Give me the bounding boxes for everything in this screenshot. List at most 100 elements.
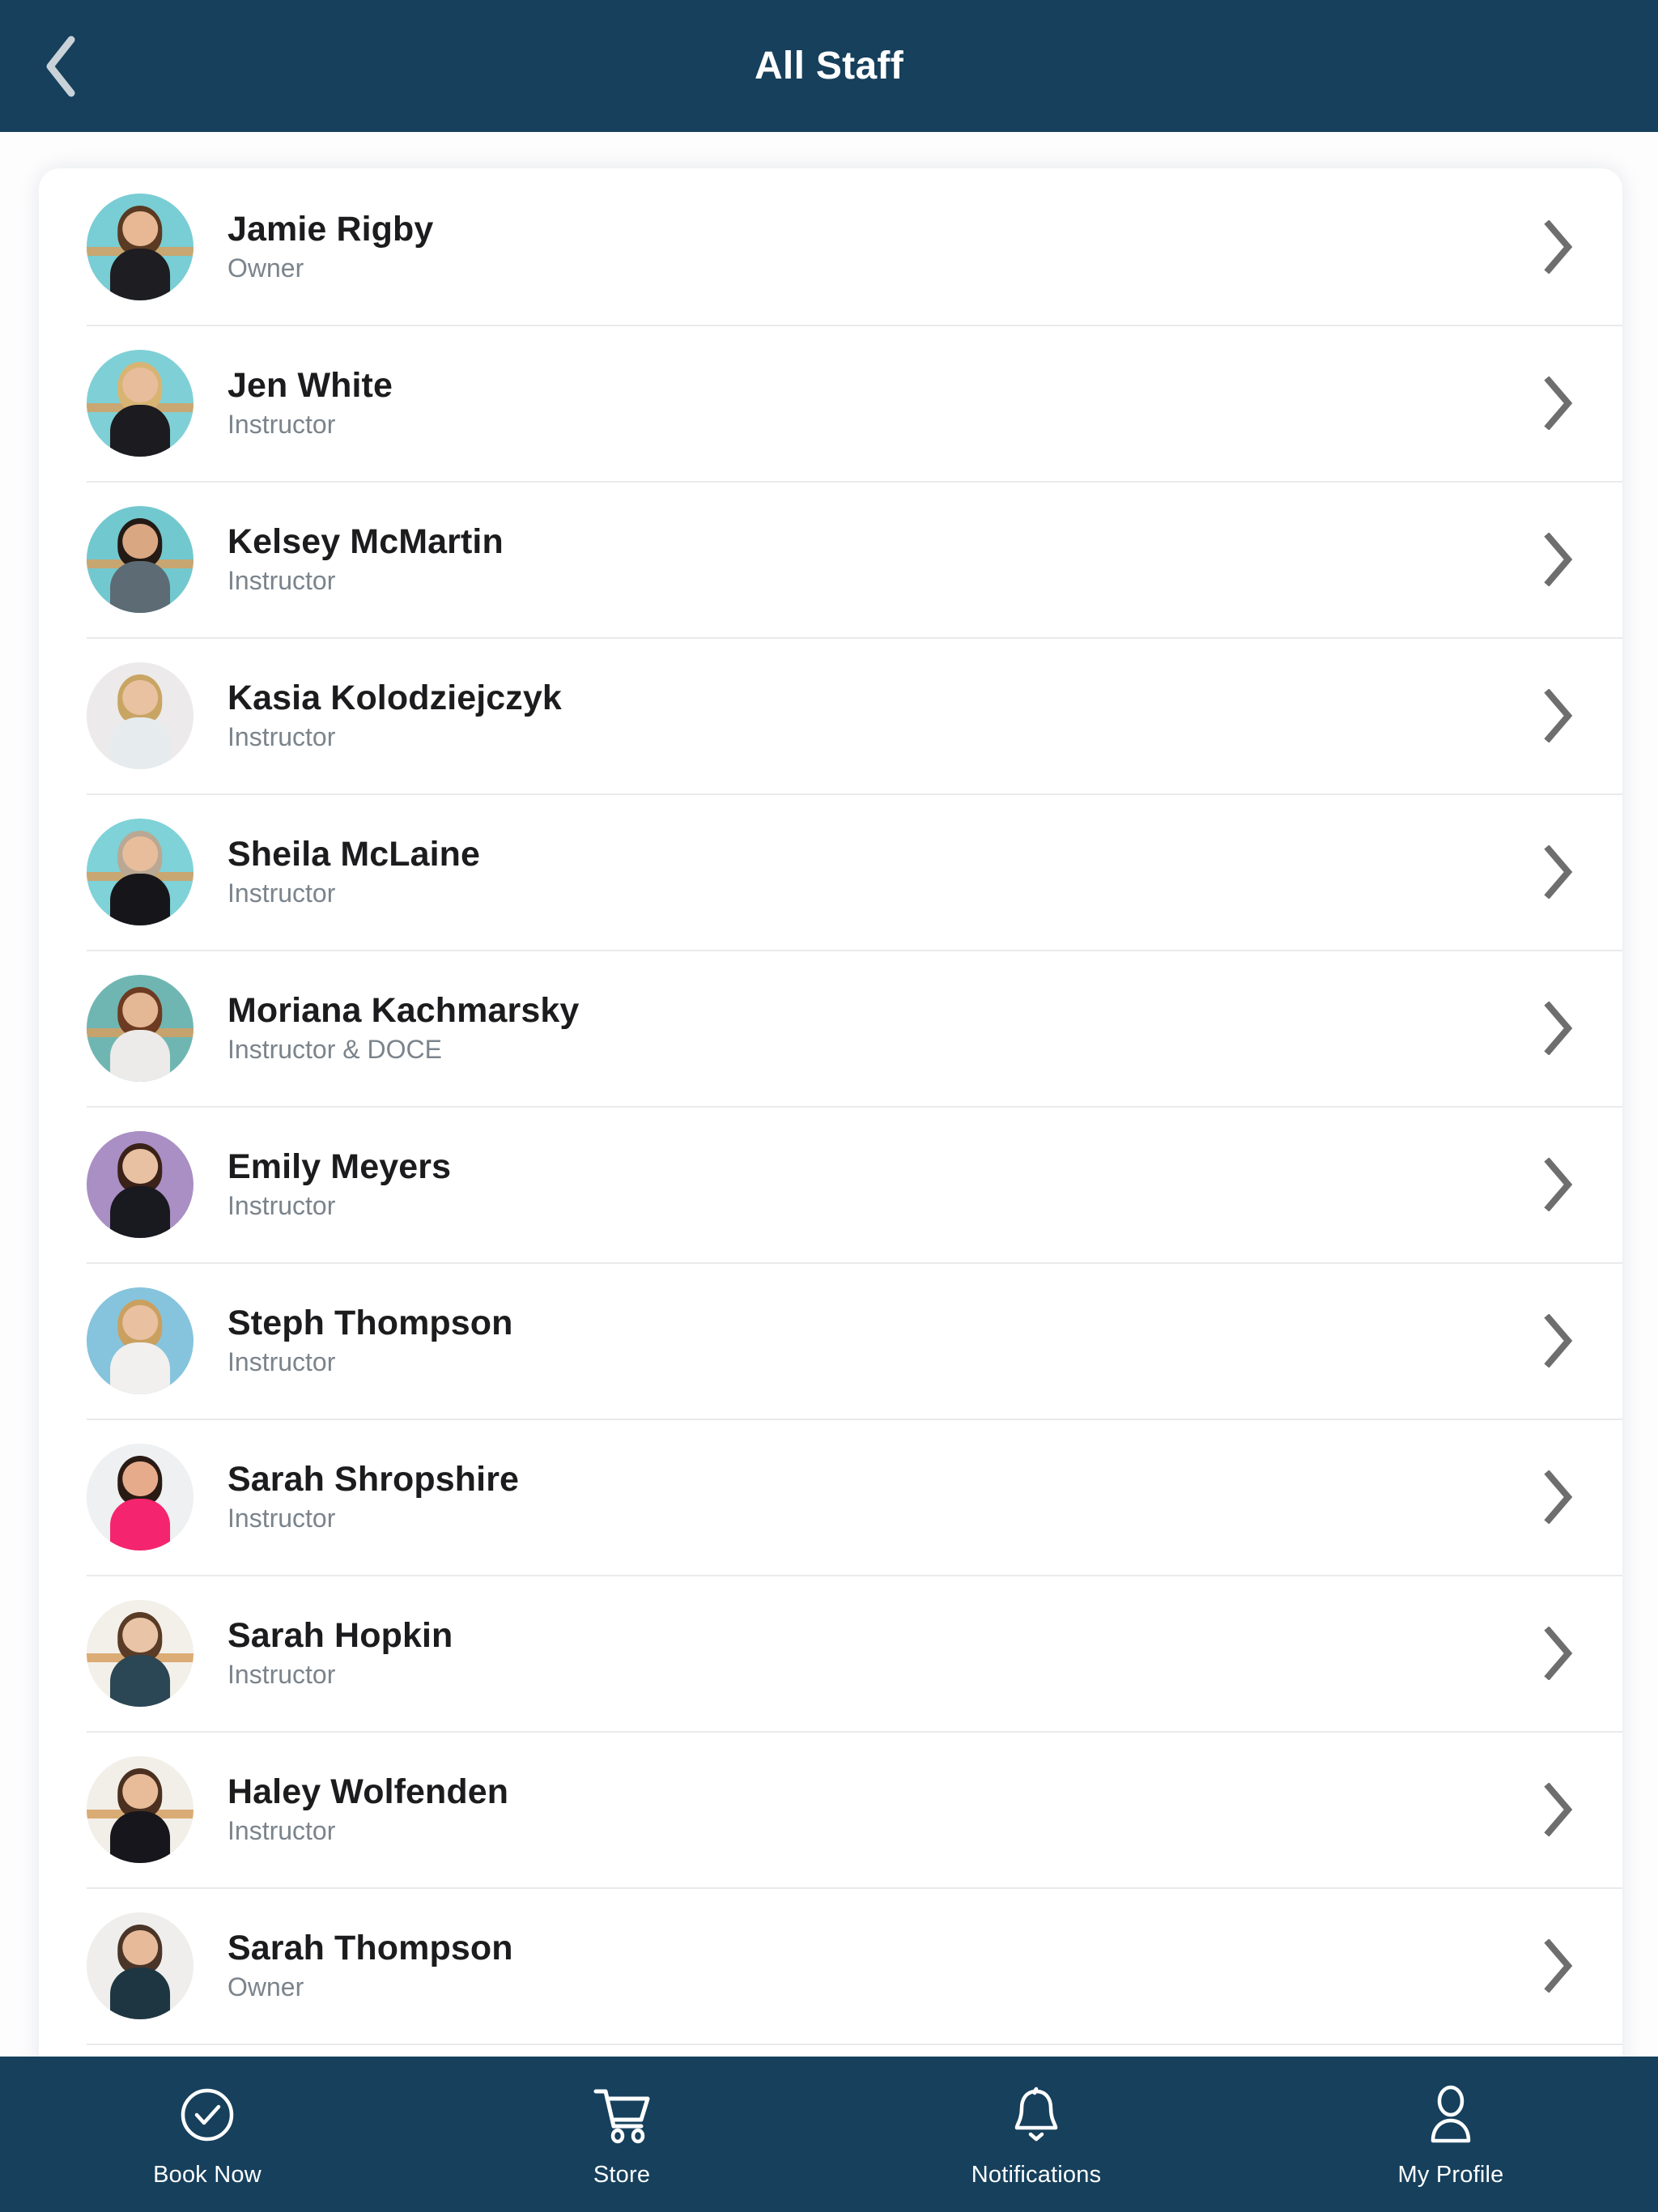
staff-role: Instructor <box>227 565 336 595</box>
chevron-right-icon <box>1543 376 1575 430</box>
chevron-right-icon <box>1543 1313 1575 1368</box>
chevron-right-icon <box>1543 688 1575 742</box>
staff-text-block: Jen White Instructor <box>227 365 393 439</box>
staff-name: Sarah Thompson <box>227 1928 513 1967</box>
back-button[interactable] <box>24 30 97 103</box>
staff-list-item[interactable]: Jen White Instructor <box>39 325 1622 481</box>
staff-avatar <box>87 505 193 613</box>
tab-label: My Profile <box>1397 2161 1504 2188</box>
staff-list-item[interactable]: Sarah Shropshire Instructor <box>39 1419 1622 1575</box>
bell-icon <box>1010 2086 1063 2144</box>
staff-row-chevron[interactable] <box>1528 216 1590 278</box>
staff-role: Instructor <box>227 721 336 751</box>
tab-label: Book Now <box>153 2161 261 2188</box>
chevron-right-icon <box>1543 1626 1575 1680</box>
chevron-right-icon <box>1543 844 1575 899</box>
tab-my-profile[interactable]: My Profile <box>1244 2081 1658 2189</box>
staff-list-item[interactable]: Sheila McLaine Instructor <box>39 793 1622 950</box>
staff-list-item[interactable]: Jamie Rigby Owner <box>39 168 1622 325</box>
staff-name: Moriana Kachmarsky <box>227 990 580 1030</box>
staff-list-item[interactable]: Moriana Kachmarsky Instructor & DOCE <box>39 950 1622 1106</box>
staff-role: Instructor <box>227 1346 336 1376</box>
tab-book-now[interactable]: Book Now <box>0 2081 414 2189</box>
staff-row-chevron[interactable] <box>1528 1310 1590 1372</box>
staff-avatar <box>87 974 193 1082</box>
staff-text-block: Sarah Shropshire Instructor <box>227 1461 519 1533</box>
page-title: All Staff <box>754 45 904 87</box>
chevron-right-icon <box>1543 219 1575 274</box>
staff-avatar <box>87 1912 193 2019</box>
chevron-right-icon <box>1543 1001 1575 1055</box>
chevron-right-icon <box>1543 1782 1575 1836</box>
staff-row-chevron[interactable] <box>1528 841 1590 903</box>
shopping-cart-icon <box>591 2086 653 2144</box>
staff-role: Instructor <box>227 1503 336 1533</box>
staff-list-item[interactable]: Sarah Thompson Owner <box>39 1887 1622 2044</box>
staff-row-chevron[interactable] <box>1528 372 1590 434</box>
staff-avatar <box>87 349 193 457</box>
staff-name: Sheila McLaine <box>227 834 481 874</box>
staff-list-card: Jamie Rigby Owner Jen White Instructor Kelse… <box>39 168 1622 2057</box>
staff-name: Jamie Rigby <box>227 209 434 249</box>
staff-avatar <box>87 818 193 925</box>
staff-list-item[interactable]: Haley Wolfenden Instructor <box>39 1731 1622 1887</box>
staff-text-block: Haley Wolfenden Instructor <box>227 1772 509 1845</box>
staff-role: Instructor & DOCE <box>227 1034 442 1064</box>
staff-text-block: Jamie Rigby Owner <box>227 211 433 283</box>
staff-list-item[interactable]: Emily Meyers Instructor <box>39 1106 1622 1262</box>
staff-text-block: Kasia Kolodziejczyk Instructor <box>227 678 562 751</box>
staff-row-chevron[interactable] <box>1528 1935 1590 1997</box>
staff-avatar <box>87 1443 193 1551</box>
staff-row-chevron[interactable] <box>1528 1154 1590 1215</box>
app-screen: All Staff Jamie Rigby Owner Jen White Instr… <box>0 0 1658 2212</box>
staff-text-block: Sarah Hopkin Instructor <box>227 1615 453 1689</box>
staff-name: Jen White <box>227 365 393 405</box>
bottom-tab-bar: Book Now Store Notifications My Profile <box>0 2057 1658 2212</box>
staff-avatar <box>87 661 193 769</box>
person-icon <box>1424 2085 1477 2144</box>
staff-row-chevron[interactable] <box>1528 685 1590 747</box>
staff-avatar <box>87 1755 193 1863</box>
staff-role: Owner <box>227 253 304 283</box>
staff-row-chevron[interactable] <box>1528 1466 1590 1528</box>
staff-name: Steph Thompson <box>227 1303 513 1342</box>
staff-avatar <box>87 193 193 300</box>
staff-name: Sarah Hopkin <box>227 1615 453 1655</box>
staff-text-block: Steph Thompson Instructor <box>227 1303 513 1376</box>
staff-avatar <box>87 1287 193 1394</box>
staff-list-item[interactable]: Kelsey McMartin Instructor <box>39 481 1622 637</box>
staff-list-item-partial[interactable] <box>39 2044 1622 2057</box>
tab-notifications[interactable]: Notifications <box>829 2081 1244 2189</box>
staff-list-item[interactable]: Kasia Kolodziejczyk Instructor <box>39 637 1622 793</box>
staff-name: Kasia Kolodziejczyk <box>227 678 562 717</box>
tab-store[interactable]: Store <box>414 2081 829 2189</box>
staff-row-chevron[interactable] <box>1528 1779 1590 1840</box>
staff-row-chevron[interactable] <box>1528 529 1590 590</box>
tab-label: Notifications <box>971 2161 1102 2188</box>
chevron-right-icon <box>1543 1938 1575 1993</box>
staff-row-chevron[interactable] <box>1528 998 1590 1059</box>
chevron-right-icon <box>1543 532 1575 586</box>
chevron-right-icon <box>1543 1470 1575 1524</box>
staff-avatar <box>87 1599 193 1707</box>
staff-avatar <box>87 1130 193 1238</box>
staff-list-item[interactable]: Sarah Hopkin Instructor <box>39 1575 1622 1731</box>
staff-text-block: Moriana Kachmarsky Instructor & DOCE <box>227 990 580 1064</box>
staff-role: Instructor <box>227 1659 336 1689</box>
staff-list-scroll-area[interactable]: Jamie Rigby Owner Jen White Instructor Kelse… <box>0 132 1658 2057</box>
check-circle-icon <box>179 2086 236 2144</box>
staff-text-block: Kelsey McMartin Instructor <box>227 521 504 595</box>
staff-name: Haley Wolfenden <box>227 1772 509 1811</box>
staff-text-block: Emily Meyers Instructor <box>227 1146 452 1220</box>
staff-role: Instructor <box>227 1190 336 1220</box>
staff-row-chevron[interactable] <box>1528 1623 1590 1684</box>
tab-label: Store <box>593 2161 651 2188</box>
staff-role: Instructor <box>227 878 336 908</box>
staff-role: Owner <box>227 1972 304 2001</box>
staff-list-item[interactable]: Steph Thompson Instructor <box>39 1262 1622 1419</box>
staff-name: Sarah Shropshire <box>227 1459 520 1499</box>
staff-name: Emily Meyers <box>227 1146 452 1186</box>
page-header: All Staff <box>0 0 1658 132</box>
staff-name: Kelsey McMartin <box>227 521 504 561</box>
chevron-right-icon <box>1543 1157 1575 1211</box>
